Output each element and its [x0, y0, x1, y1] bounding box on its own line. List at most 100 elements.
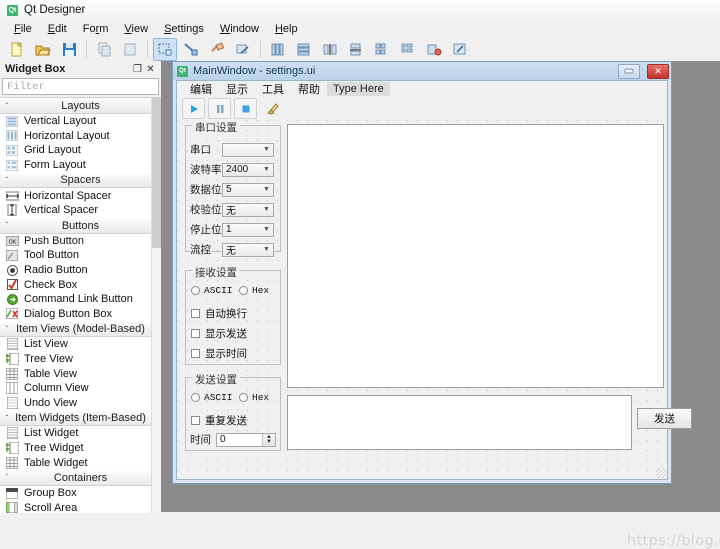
widget-tree-scrollbar[interactable]	[151, 98, 161, 513]
menu-view[interactable]: View	[116, 21, 156, 37]
widget-item-list-view[interactable]: List View	[0, 337, 161, 352]
copy-icon[interactable]	[92, 38, 116, 61]
widget-item-undo-view[interactable]: Undo View	[0, 395, 161, 411]
save-form-icon[interactable]	[57, 38, 81, 61]
widget-group-item-views-model-based[interactable]: ˇ Item Views (Model-Based)	[0, 321, 161, 338]
edit-buddies-icon[interactable]	[205, 38, 229, 61]
widget-item-label: Grid Layout	[24, 144, 81, 157]
menu-form[interactable]: Form	[75, 21, 117, 37]
pause-icon[interactable]	[208, 98, 231, 119]
widget-item-push-button[interactable]: OK Push Button	[0, 233, 161, 249]
send-radio-ascii[interactable]: ASCII	[191, 392, 233, 403]
form-menu-tools[interactable]: 工具	[255, 80, 291, 98]
label-parity: 校验位	[190, 204, 222, 216]
widget-item-vertical-spacer[interactable]: Vertical Spacer	[0, 202, 161, 218]
break-layout-icon[interactable]	[422, 38, 446, 61]
send-input-area[interactable]	[287, 395, 632, 450]
radio-indicator	[239, 393, 248, 402]
combo-flow[interactable]: 无 ▼	[222, 242, 274, 257]
widget-item-vertical-layout[interactable]: Vertical Layout	[0, 114, 161, 129]
widget-item-horizontal-layout[interactable]: Horizontal Layout	[0, 128, 161, 144]
widget-item-scroll-area[interactable]: Scroll Area	[0, 500, 161, 513]
resize-grip[interactable]	[656, 468, 666, 478]
menu-file[interactable]: FFileile	[6, 21, 40, 37]
layout-splitter-v-icon[interactable]	[344, 38, 368, 61]
layout-vertically-icon[interactable]	[292, 38, 316, 61]
widget-item-column-view[interactable]: Column View	[0, 380, 161, 396]
time-spinbox[interactable]: 0 ▲ ▼	[216, 432, 276, 447]
widget-item-group-box[interactable]: Group Box	[0, 485, 161, 501]
combo-baud[interactable]: 2400 ▼	[222, 162, 274, 177]
layout-form-icon[interactable]	[396, 38, 420, 61]
stop-icon[interactable]	[234, 98, 257, 119]
form-titlebar: Qt MainWindow - settings.ui ✕	[173, 62, 671, 80]
menu-window[interactable]: Window	[212, 21, 267, 37]
widget-group-containers[interactable]: ˇ Containers	[0, 469, 161, 486]
menu-settings[interactable]: Settings	[156, 21, 212, 37]
layout-horizontally-icon[interactable]	[266, 38, 290, 61]
layout-grid-icon[interactable]	[370, 38, 394, 61]
widget-item-table-view[interactable]: Table View	[0, 366, 161, 381]
widget-item-list-widget[interactable]: List Widget	[0, 426, 161, 441]
combo-port[interactable]: ▼	[222, 142, 274, 157]
close-icon[interactable]: ✕	[144, 63, 157, 76]
menu-edit[interactable]: Edit	[40, 21, 75, 37]
checkbox-autonewline[interactable]: 自动换行	[191, 306, 247, 321]
widget-item-radio-button[interactable]: Radio Button	[0, 262, 161, 278]
form-menu-display[interactable]: 显示	[219, 80, 255, 98]
checkbox-showtime-label: 显示时间	[205, 348, 247, 360]
clear-brush-icon[interactable]	[260, 98, 283, 119]
scrollbar-thumb[interactable]	[152, 98, 161, 248]
send-button[interactable]: 发送	[637, 408, 692, 429]
send-radio-hex[interactable]: Hex	[239, 392, 269, 403]
widget-item-command-link-button[interactable]: Command Link Button	[0, 291, 161, 307]
widget-group-layouts[interactable]: ˇLayouts˄	[0, 98, 161, 114]
menu-help[interactable]: Help	[267, 21, 306, 37]
receive-radio-ascii[interactable]: ASCII	[191, 285, 233, 296]
minimize-button[interactable]	[618, 63, 640, 79]
float-icon[interactable]: ❐	[131, 63, 144, 76]
edit-widgets-icon[interactable]	[153, 37, 177, 61]
widget-item-tree-view[interactable]: Tree View	[0, 351, 161, 367]
receive-display-area[interactable]	[287, 124, 664, 388]
close-button[interactable]: ✕	[647, 63, 669, 79]
widget-item-check-box[interactable]: Check Box	[0, 277, 161, 292]
checkbox-repeatsend[interactable]: 重复发送	[191, 413, 247, 428]
checkbox-showsend[interactable]: 显示发送	[191, 326, 247, 341]
form-menu-edit[interactable]: 编辑	[183, 80, 219, 98]
horizontal-spacer-icon	[5, 190, 19, 202]
widget-item-table-widget[interactable]: Table Widget	[0, 455, 161, 470]
time-spinbox-value: 0	[220, 434, 226, 445]
widget-item-tree-widget[interactable]: Tree Widget	[0, 440, 161, 456]
widget-item-form-layout[interactable]: Form Layout	[0, 157, 161, 173]
widget-item-label: Horizontal Spacer	[24, 189, 112, 202]
edit-signals-slots-icon[interactable]	[179, 38, 203, 61]
label-time: 时间	[190, 434, 211, 446]
combo-stopbits[interactable]: 1 ▼	[222, 222, 274, 237]
open-form-icon[interactable]	[31, 38, 55, 61]
new-form-icon[interactable]	[5, 38, 29, 61]
filter-input[interactable]: Filter	[2, 78, 159, 95]
edit-tab-order-icon[interactable]	[231, 38, 255, 61]
widget-group-buttons[interactable]: ˇ Buttons	[0, 217, 161, 234]
widget-item-tool-button[interactable]: Tool Button	[0, 248, 161, 263]
spinner-arrows-icon[interactable]: ▲ ▼	[262, 433, 275, 446]
widget-group-item-widgets-item-based[interactable]: ˇ Item Widgets (Item-Based)	[0, 410, 161, 427]
receive-radio-hex[interactable]: Hex	[239, 285, 269, 296]
widget-item-grid-layout[interactable]: Grid Layout	[0, 143, 161, 158]
form-menu-help[interactable]: 帮助	[291, 80, 327, 98]
paste-icon[interactable]	[118, 38, 142, 61]
checkbox-showtime[interactable]: 显示时间	[191, 346, 247, 361]
play-icon[interactable]	[182, 98, 205, 119]
adjust-size-icon[interactable]	[448, 38, 472, 61]
widget-item-horizontal-spacer[interactable]: Horizontal Spacer	[0, 188, 161, 203]
widget-group-spacers[interactable]: ˇ Spacers	[0, 172, 161, 189]
widget-item-dialog-button-box[interactable]: Dialog Button Box	[0, 306, 161, 322]
combo-parity[interactable]: 无 ▼	[222, 202, 274, 217]
combo-databits[interactable]: 5 ▼	[222, 182, 274, 197]
layout-splitter-h-icon[interactable]	[318, 38, 342, 61]
widget-item-label: Table View	[24, 367, 77, 380]
serial-row-databits: 数据位 5 ▼	[190, 182, 276, 197]
serial-row-port: 串口 ▼	[190, 142, 276, 157]
type-here-placeholder[interactable]: Type Here	[327, 82, 390, 96]
